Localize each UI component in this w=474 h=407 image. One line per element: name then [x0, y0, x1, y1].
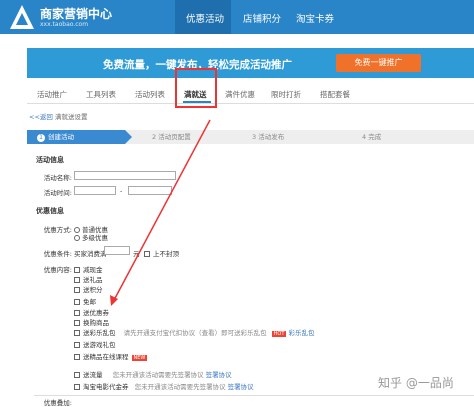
- watermark-text: 知乎 @一品尚: [378, 376, 454, 390]
- annotation-arrow: [110, 119, 211, 306]
